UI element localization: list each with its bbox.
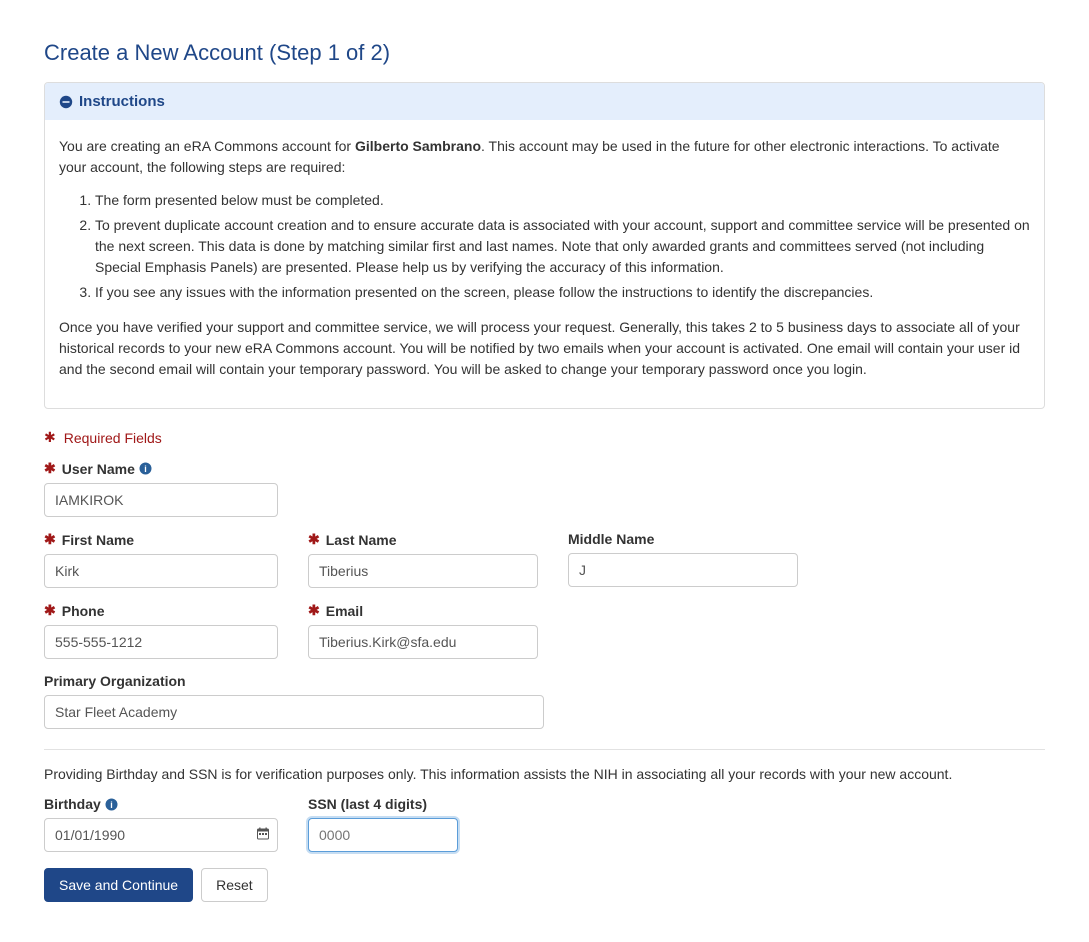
phone-input[interactable] bbox=[44, 625, 278, 659]
phone-label: ✱ Phone bbox=[44, 602, 278, 619]
instructions-footer: Once you have verified your support and … bbox=[59, 317, 1030, 380]
instruction-step: To prevent duplicate account creation an… bbox=[95, 215, 1030, 278]
birthday-input[interactable] bbox=[44, 818, 278, 852]
account-form: ✱ User Name i ✱ First Name ✱ Last Name bbox=[44, 460, 1045, 902]
ssn-label: SSN (last 4 digits) bbox=[308, 796, 458, 812]
divider bbox=[44, 749, 1045, 750]
required-star-icon: ✱ bbox=[44, 460, 56, 477]
middle-name-input[interactable] bbox=[568, 553, 798, 587]
info-icon[interactable]: i bbox=[105, 797, 119, 811]
instruction-step: If you see any issues with the informati… bbox=[95, 282, 1030, 303]
svg-text:i: i bbox=[145, 464, 148, 474]
instruction-step: The form presented below must be complet… bbox=[95, 190, 1030, 211]
email-label: ✱ Email bbox=[308, 602, 538, 619]
username-input[interactable] bbox=[44, 483, 278, 517]
info-icon[interactable]: i bbox=[139, 462, 153, 476]
email-input[interactable] bbox=[308, 625, 538, 659]
username-label: ✱ User Name i bbox=[44, 460, 278, 477]
middle-name-label: Middle Name bbox=[568, 531, 798, 547]
page-title: Create a New Account (Step 1 of 2) bbox=[44, 40, 1045, 66]
reset-button[interactable]: Reset bbox=[201, 868, 268, 902]
required-fields-legend: ✱ Required Fields bbox=[44, 429, 1045, 446]
last-name-input[interactable] bbox=[308, 554, 538, 588]
save-and-continue-button[interactable]: Save and Continue bbox=[44, 868, 193, 902]
first-name-label: ✱ First Name bbox=[44, 531, 278, 548]
instructions-header[interactable]: Instructions bbox=[45, 83, 1044, 120]
instructions-title: Instructions bbox=[79, 93, 165, 110]
ssn-input[interactable] bbox=[308, 818, 458, 852]
required-star-icon: ✱ bbox=[44, 602, 56, 619]
collapse-icon bbox=[59, 95, 73, 109]
last-name-label: ✱ Last Name bbox=[308, 531, 538, 548]
required-star-icon: ✱ bbox=[44, 429, 56, 446]
birthday-label: Birthday i bbox=[44, 796, 278, 812]
first-name-input[interactable] bbox=[44, 554, 278, 588]
required-star-icon: ✱ bbox=[308, 531, 320, 548]
primary-org-label: Primary Organization bbox=[44, 673, 544, 689]
primary-org-input[interactable] bbox=[44, 695, 544, 729]
required-star-icon: ✱ bbox=[308, 602, 320, 619]
svg-text:i: i bbox=[111, 799, 114, 809]
verification-help-text: Providing Birthday and SSN is for verifi… bbox=[44, 766, 1045, 782]
required-star-icon: ✱ bbox=[44, 531, 56, 548]
instructions-intro: You are creating an eRA Commons account … bbox=[59, 136, 1030, 178]
instructions-body: You are creating an eRA Commons account … bbox=[45, 120, 1044, 408]
instructions-list: The form presented below must be complet… bbox=[95, 190, 1030, 303]
instructions-panel: Instructions You are creating an eRA Com… bbox=[44, 82, 1045, 409]
